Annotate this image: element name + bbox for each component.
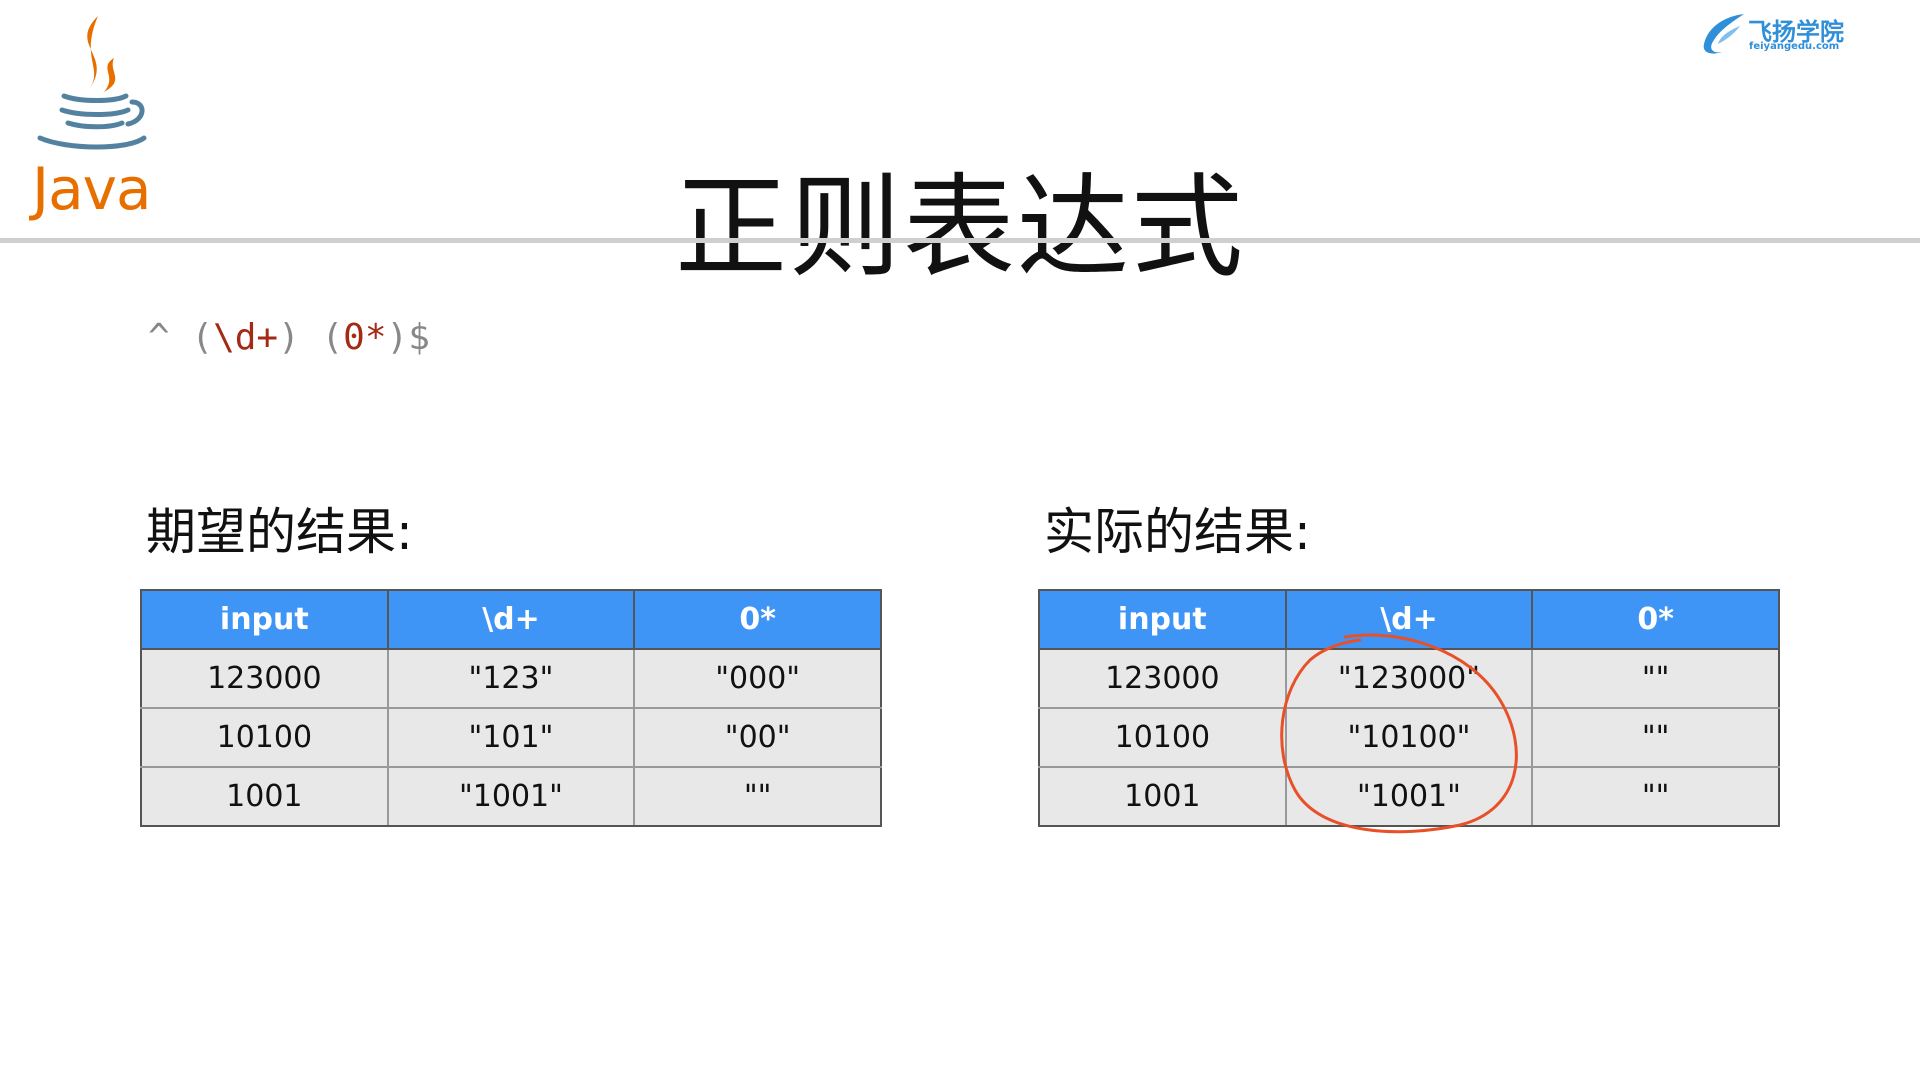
table-cell: ""	[633, 766, 882, 827]
regex-group-digits: \d+	[213, 317, 279, 358]
table-cell: "10100"	[1284, 707, 1534, 768]
table-cell: 1001	[140, 766, 389, 827]
regex-paren-open-2: (	[321, 317, 344, 358]
regex-anchor-end: $	[408, 317, 430, 358]
bird-wing-icon	[1703, 14, 1744, 54]
column-header-input: input	[140, 589, 389, 650]
page-title: 正则表达式	[675, 163, 1245, 294]
table-row: 1001 "1001" ""	[140, 766, 882, 827]
table-cell: "101"	[386, 707, 636, 768]
table-cell: 10100	[1038, 707, 1287, 768]
column-header-input: input	[1038, 589, 1287, 650]
column-header-zeros: 0*	[1531, 589, 1780, 650]
regex-paren-close-1: )	[278, 317, 300, 358]
table-cell: ""	[1531, 648, 1780, 709]
table-cell: ""	[1531, 707, 1780, 768]
header-divider	[0, 238, 1920, 243]
column-header-zeros: 0*	[633, 589, 882, 650]
table-header-row: input \d+ 0*	[1038, 589, 1780, 650]
column-header-digits: \d+	[386, 589, 636, 650]
expected-table: input \d+ 0* 123000 "123" "000" 10100 "1…	[140, 589, 882, 827]
actual-heading: 实际的结果:	[1044, 503, 1311, 561]
table-row: 10100 "10100" ""	[1038, 707, 1780, 768]
regex-paren-close-2: )	[386, 317, 409, 358]
regex-group-zeros: 0*	[343, 317, 387, 358]
table-cell: 123000	[1038, 648, 1287, 709]
regex-anchor-start: ^	[148, 317, 170, 358]
table-cell: 123000	[140, 648, 389, 709]
table-row: 10100 "101" "00"	[140, 707, 882, 768]
table-cell: "123000"	[1284, 648, 1534, 709]
table-cell: "1001"	[1284, 766, 1534, 827]
column-header-digits: \d+	[1284, 589, 1534, 650]
table-cell: "000"	[633, 648, 882, 709]
table-cell: "00"	[633, 707, 882, 768]
table-header-row: input \d+ 0*	[140, 589, 882, 650]
regex-paren-open-1: (	[191, 317, 214, 358]
table-row: 1001 "1001" ""	[1038, 766, 1780, 827]
table-cell: 1001	[1038, 766, 1287, 827]
regex-expression: ^ (\d+) (0*)$	[148, 317, 430, 358]
table-cell: "1001"	[386, 766, 636, 827]
brand-logo: 飞扬学院 feiyangedu.com	[1700, 10, 1850, 60]
table-cell: 10100	[140, 707, 389, 768]
table-cell: ""	[1531, 766, 1780, 827]
table-cell: "123"	[386, 648, 636, 709]
expected-heading: 期望的结果:	[146, 503, 413, 561]
brand-domain: feiyangedu.com	[1749, 41, 1840, 52]
table-row: 123000 "123" "000"	[140, 648, 882, 709]
actual-table: input \d+ 0* 123000 "123000" "" 10100 "1…	[1038, 589, 1780, 827]
table-row: 123000 "123000" ""	[1038, 648, 1780, 709]
